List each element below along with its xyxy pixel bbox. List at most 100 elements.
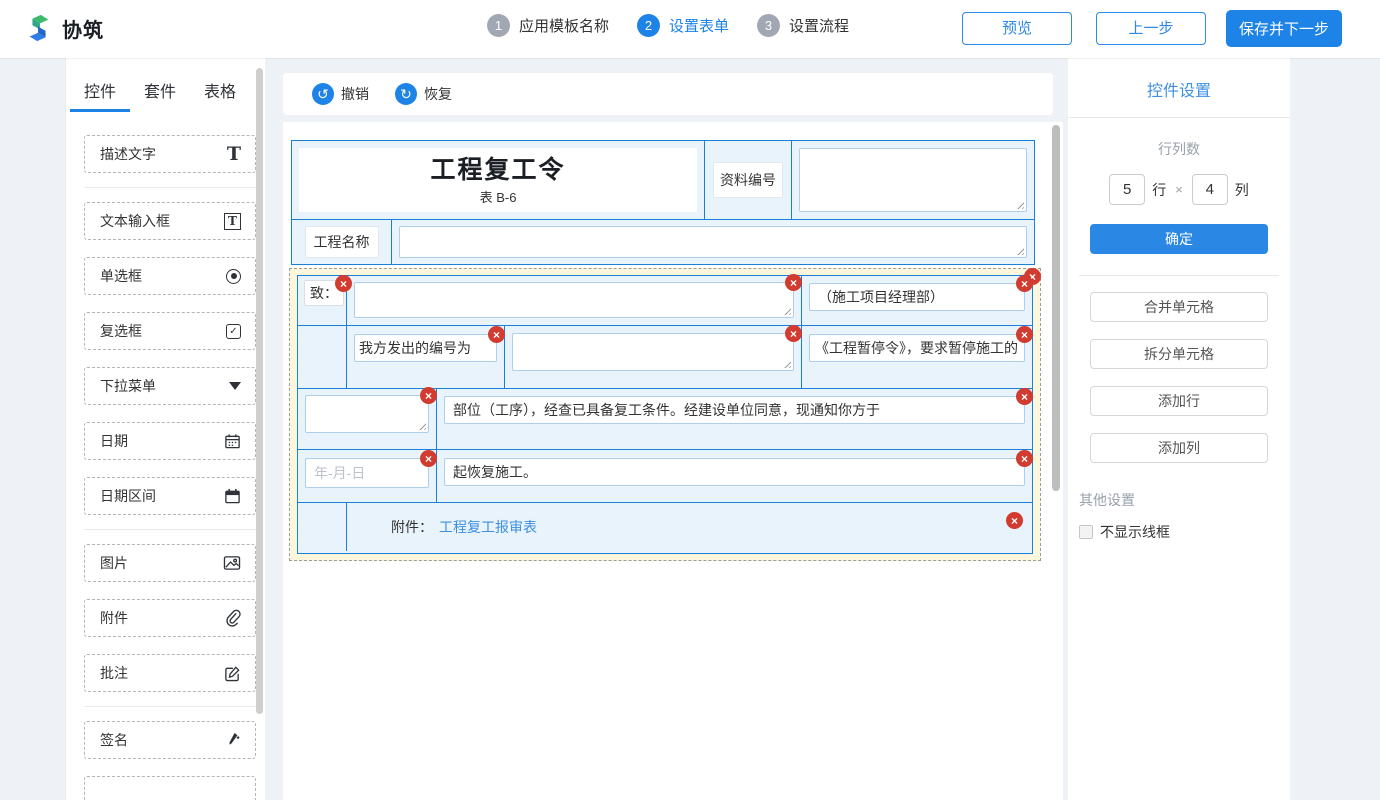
delete-icon[interactable] xyxy=(420,387,437,404)
issued-no-textarea[interactable] xyxy=(512,333,794,371)
dropdown-icon xyxy=(229,382,241,390)
preview-button[interactable]: 预览 xyxy=(962,12,1072,45)
control-item-dropdown[interactable]: 下拉菜单 xyxy=(84,367,256,405)
to-label-cell: 致： xyxy=(298,276,346,325)
issued-suffix-cell xyxy=(801,326,1032,388)
form-title-box[interactable]: 工程复工令 表 B-6 xyxy=(299,148,697,212)
date-range-icon xyxy=(224,488,241,505)
delete-icon[interactable] xyxy=(785,274,802,291)
control-item-description-text[interactable]: 描述文字 T xyxy=(84,135,256,173)
part-textarea[interactable] xyxy=(305,395,429,433)
redo-button[interactable]: ↻ 恢复 xyxy=(395,83,452,105)
hide-border-option[interactable]: 不显示线框 xyxy=(1079,522,1290,542)
previous-step-button[interactable]: 上一步 xyxy=(1096,12,1206,45)
delete-icon[interactable] xyxy=(1016,388,1033,405)
attachment-cell: 附件： 工程复工报审表 xyxy=(346,503,1032,551)
delete-icon[interactable] xyxy=(420,450,437,467)
control-item-checkbox[interactable]: 复选框 ✓ xyxy=(84,312,256,350)
step-number: 3 xyxy=(757,14,780,37)
control-item-radio[interactable]: 单选框 xyxy=(84,257,256,295)
times-sign: × xyxy=(1173,182,1185,197)
restart-date-input[interactable] xyxy=(305,458,429,488)
annotation-icon xyxy=(224,665,241,682)
control-item-date-range[interactable]: 日期区间 xyxy=(84,477,256,515)
project-name-input-cell xyxy=(391,220,1034,264)
doc-no-textarea[interactable] xyxy=(799,148,1027,212)
app: 协筑 1 应用模板名称 2 设置表单 3 设置流程 预览 上一步 保存并下一步 … xyxy=(0,0,1380,800)
split-cells-button[interactable]: 拆分单元格 xyxy=(1090,339,1268,369)
table-row xyxy=(298,325,1032,388)
divider xyxy=(84,529,256,530)
other-settings-label: 其他设置 xyxy=(1079,490,1290,510)
control-item-attachment[interactable]: 附件 xyxy=(84,599,256,637)
delete-icon[interactable] xyxy=(785,325,802,342)
table-row: 致： xyxy=(298,276,1032,325)
tab-tables[interactable]: 表格 xyxy=(204,78,236,112)
issued-no-cell xyxy=(504,326,801,388)
table-row xyxy=(298,449,1032,502)
control-item-signature[interactable]: 签名 xyxy=(84,721,256,759)
text-icon: T xyxy=(227,145,241,164)
condition-text-input[interactable] xyxy=(444,396,1025,424)
divider xyxy=(1079,275,1279,276)
hide-border-label: 不显示线框 xyxy=(1100,522,1170,542)
step-form-setup[interactable]: 2 设置表单 xyxy=(637,14,729,37)
add-row-button[interactable]: 添加行 xyxy=(1090,386,1268,416)
cols-input[interactable] xyxy=(1192,174,1228,205)
issued-suffix-input[interactable] xyxy=(809,334,1025,362)
sidebar-scrollbar[interactable] xyxy=(256,68,263,714)
step-label: 设置表单 xyxy=(669,15,729,36)
selected-table: 致： xyxy=(297,275,1033,554)
divider xyxy=(84,706,256,707)
canvas-scrollbar[interactable] xyxy=(1052,125,1060,491)
project-name-label[interactable]: 工程名称 xyxy=(305,226,379,258)
table-row: 附件： 工程复工报审表 xyxy=(298,502,1032,551)
tab-kits[interactable]: 套件 xyxy=(144,78,176,112)
control-item-image[interactable]: 图片 xyxy=(84,544,256,582)
project-name-textarea[interactable] xyxy=(399,226,1027,258)
delete-icon[interactable] xyxy=(1016,275,1033,292)
rows-input[interactable] xyxy=(1109,174,1145,205)
to-textarea[interactable] xyxy=(354,282,794,318)
to-suffix-cell xyxy=(801,276,1032,325)
form-header-table: 工程复工令 表 B-6 资料编号 工程名称 xyxy=(291,140,1035,265)
step-template-name[interactable]: 1 应用模板名称 xyxy=(487,14,609,37)
attachment-link[interactable]: 工程复工报审表 xyxy=(439,517,537,537)
selected-region[interactable]: 致： xyxy=(289,268,1041,561)
control-item-text-input[interactable]: 文本输入框 T xyxy=(84,202,256,240)
logo: 协筑 xyxy=(24,13,104,43)
tab-controls[interactable]: 控件 xyxy=(84,78,116,112)
rows-unit: 行 xyxy=(1152,180,1166,200)
date-icon xyxy=(224,433,241,450)
add-col-button[interactable]: 添加列 xyxy=(1090,433,1268,463)
doc-no-cell: 资料编号 xyxy=(704,141,791,219)
redo-icon: ↻ xyxy=(395,83,417,105)
delete-icon[interactable] xyxy=(488,326,505,343)
step-label: 设置流程 xyxy=(789,15,849,36)
canvas-toolbar: ↺ 撤销 ↻ 恢复 xyxy=(283,73,1053,115)
control-item-date[interactable]: 日期 xyxy=(84,422,256,460)
undo-button[interactable]: ↺ 撤销 xyxy=(312,83,369,105)
merge-cells-button[interactable]: 合并单元格 xyxy=(1090,292,1268,322)
doc-no-label[interactable]: 资料编号 xyxy=(713,162,783,198)
step-flow-setup[interactable]: 3 设置流程 xyxy=(757,14,849,37)
to-suffix-input[interactable] xyxy=(809,283,1025,311)
form-subtitle: 表 B-6 xyxy=(480,187,517,206)
project-name-cell: 工程名称 xyxy=(292,220,391,264)
delete-icon[interactable] xyxy=(1016,450,1033,467)
delete-icon[interactable] xyxy=(1006,512,1023,529)
control-item-partial[interactable] xyxy=(84,776,256,800)
control-settings-panel: 控件设置 行列数 行 × 列 确定 合并单元格 拆分单元格 添加行 添加列 其他… xyxy=(1068,58,1290,800)
issued-lead-input[interactable] xyxy=(354,334,497,362)
resume-text-cell xyxy=(436,450,1032,502)
empty-cell xyxy=(298,503,346,551)
resume-text-input[interactable] xyxy=(444,458,1025,486)
attachment-icon xyxy=(224,609,241,627)
delete-icon[interactable] xyxy=(335,275,352,292)
delete-icon[interactable] xyxy=(1016,326,1033,343)
save-next-button[interactable]: 保存并下一步 xyxy=(1226,10,1342,47)
confirm-button[interactable]: 确定 xyxy=(1090,224,1268,254)
control-item-annotation[interactable]: 批注 xyxy=(84,654,256,692)
logo-icon xyxy=(24,13,54,43)
hide-border-checkbox[interactable] xyxy=(1079,525,1093,539)
